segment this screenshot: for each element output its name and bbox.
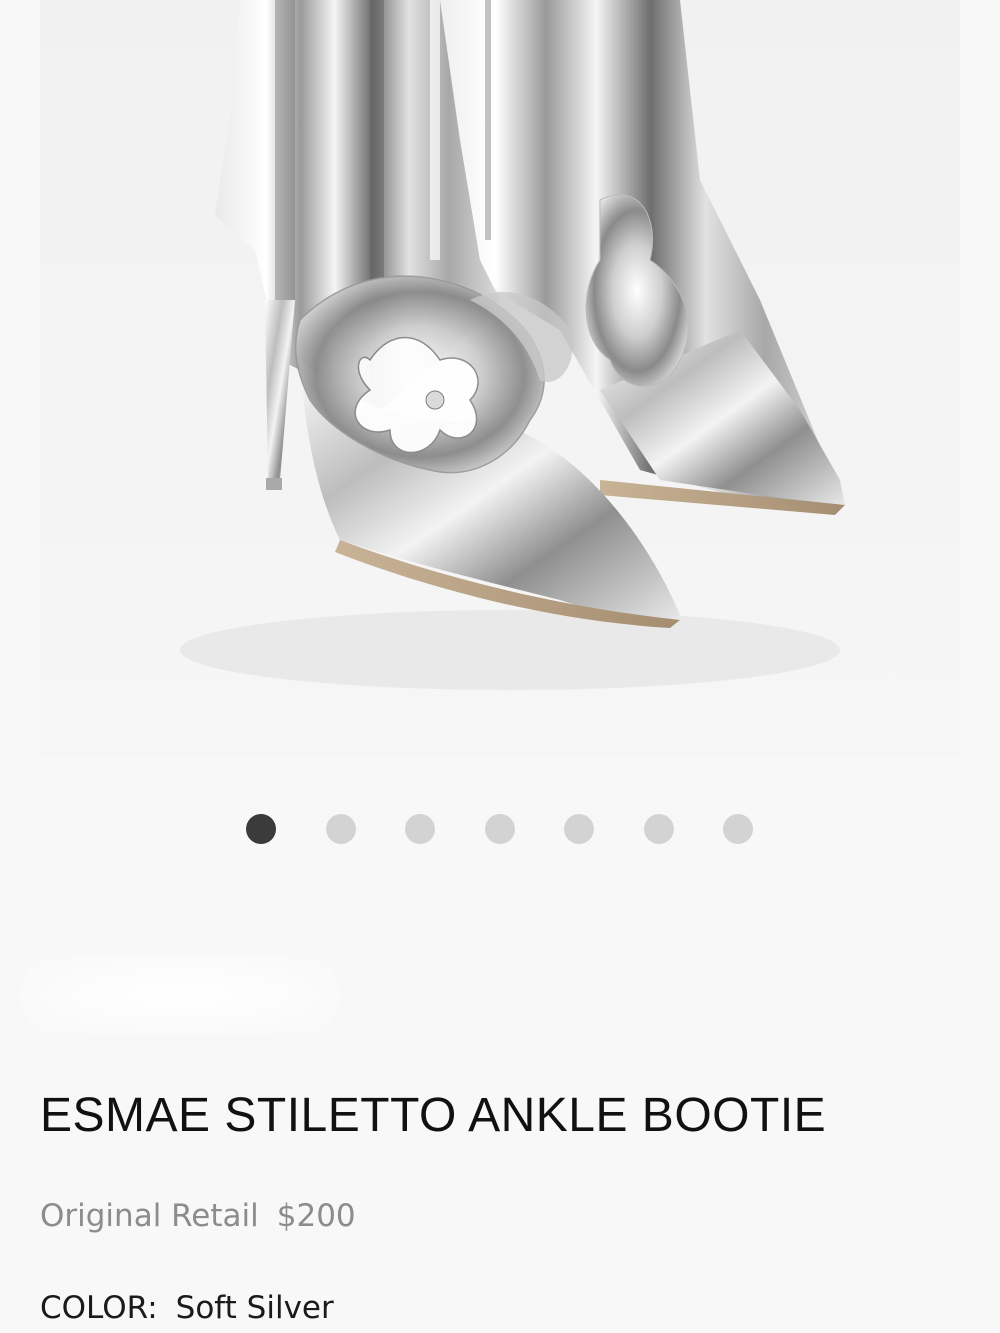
color-value: Soft Silver [175, 1290, 334, 1326]
color-row: COLOR: Soft Silver [40, 1290, 334, 1326]
product-title: ESMAE STILETTO ANKLE BOOTIE [40, 1089, 827, 1142]
carousel-dot-1[interactable] [246, 814, 276, 844]
original-retail-row: Original Retail $200 [40, 1198, 356, 1234]
product-page: ESMAE STILETTO ANKLE BOOTIE Original Ret… [0, 0, 1000, 1333]
blurred-badge [20, 955, 340, 1035]
color-label: COLOR: [40, 1290, 158, 1326]
product-image[interactable] [40, 0, 960, 758]
carousel-dot-4[interactable] [485, 814, 515, 844]
retail-label: Original Retail [40, 1198, 259, 1234]
carousel-pagination [0, 814, 1000, 844]
carousel-dot-6[interactable] [644, 814, 674, 844]
retail-price: $200 [276, 1198, 356, 1234]
silver-bootie-image-icon [40, 0, 960, 758]
carousel-dot-5[interactable] [564, 814, 594, 844]
carousel-dot-2[interactable] [326, 814, 356, 844]
carousel-dot-3[interactable] [405, 814, 435, 844]
carousel-dot-7[interactable] [723, 814, 753, 844]
